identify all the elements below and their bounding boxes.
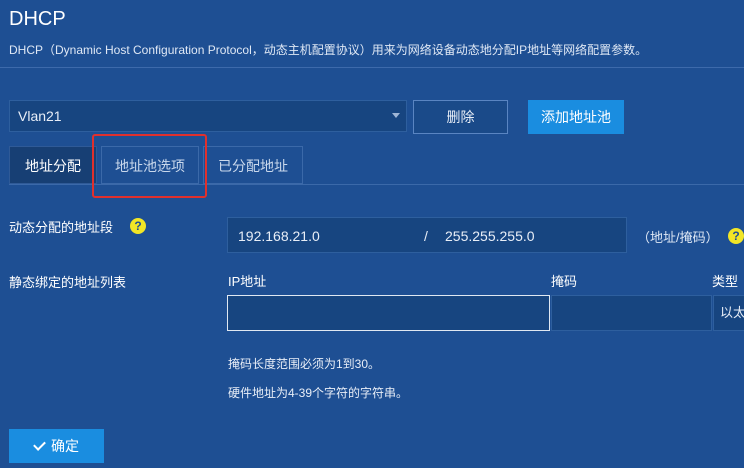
range-mask: 255.255.255.0	[445, 228, 535, 244]
range-separator: /	[424, 228, 428, 244]
hint-mask-length: 掩码长度范围必须为1到30。	[228, 357, 381, 371]
page-description: DHCP（Dynamic Host Configuration Protocol…	[9, 43, 648, 57]
pool-select[interactable]: Vlan21	[9, 100, 407, 132]
static-ip-input[interactable]	[227, 295, 550, 331]
header-divider	[0, 67, 744, 68]
check-icon	[33, 438, 46, 451]
confirm-button-label: 确定	[51, 438, 79, 454]
help-icon[interactable]: ?	[130, 218, 146, 234]
range-start-ip: 192.168.21.0	[238, 228, 320, 244]
column-header-ip: IP地址	[228, 274, 267, 289]
static-binding-label: 静态绑定的地址列表	[9, 275, 127, 290]
chevron-down-icon	[392, 113, 400, 118]
pool-select-value: Vlan21	[18, 108, 62, 124]
column-header-mask: 掩码	[551, 274, 578, 289]
add-pool-button[interactable]: 添加地址池	[528, 100, 624, 134]
delete-button[interactable]: 删除	[413, 100, 508, 134]
page-title: DHCP	[9, 8, 66, 30]
static-mask-input[interactable]	[551, 295, 712, 331]
static-type-select[interactable]: 以太	[713, 295, 744, 331]
help-icon[interactable]: ?	[728, 228, 744, 244]
confirm-button[interactable]: 确定	[9, 429, 104, 463]
column-header-type: 类型	[712, 274, 739, 289]
hint-hardware-address: 硬件地址为4-39个字符的字符串。	[228, 386, 409, 400]
range-unit-label: （地址/掩码）	[637, 230, 719, 245]
tab-address-allocation[interactable]: 地址分配	[9, 146, 97, 184]
tab-allocated-addresses[interactable]: 已分配地址	[203, 146, 303, 184]
annotation-highlight-box	[92, 134, 207, 198]
dynamic-range-label: 动态分配的地址段	[9, 220, 114, 235]
